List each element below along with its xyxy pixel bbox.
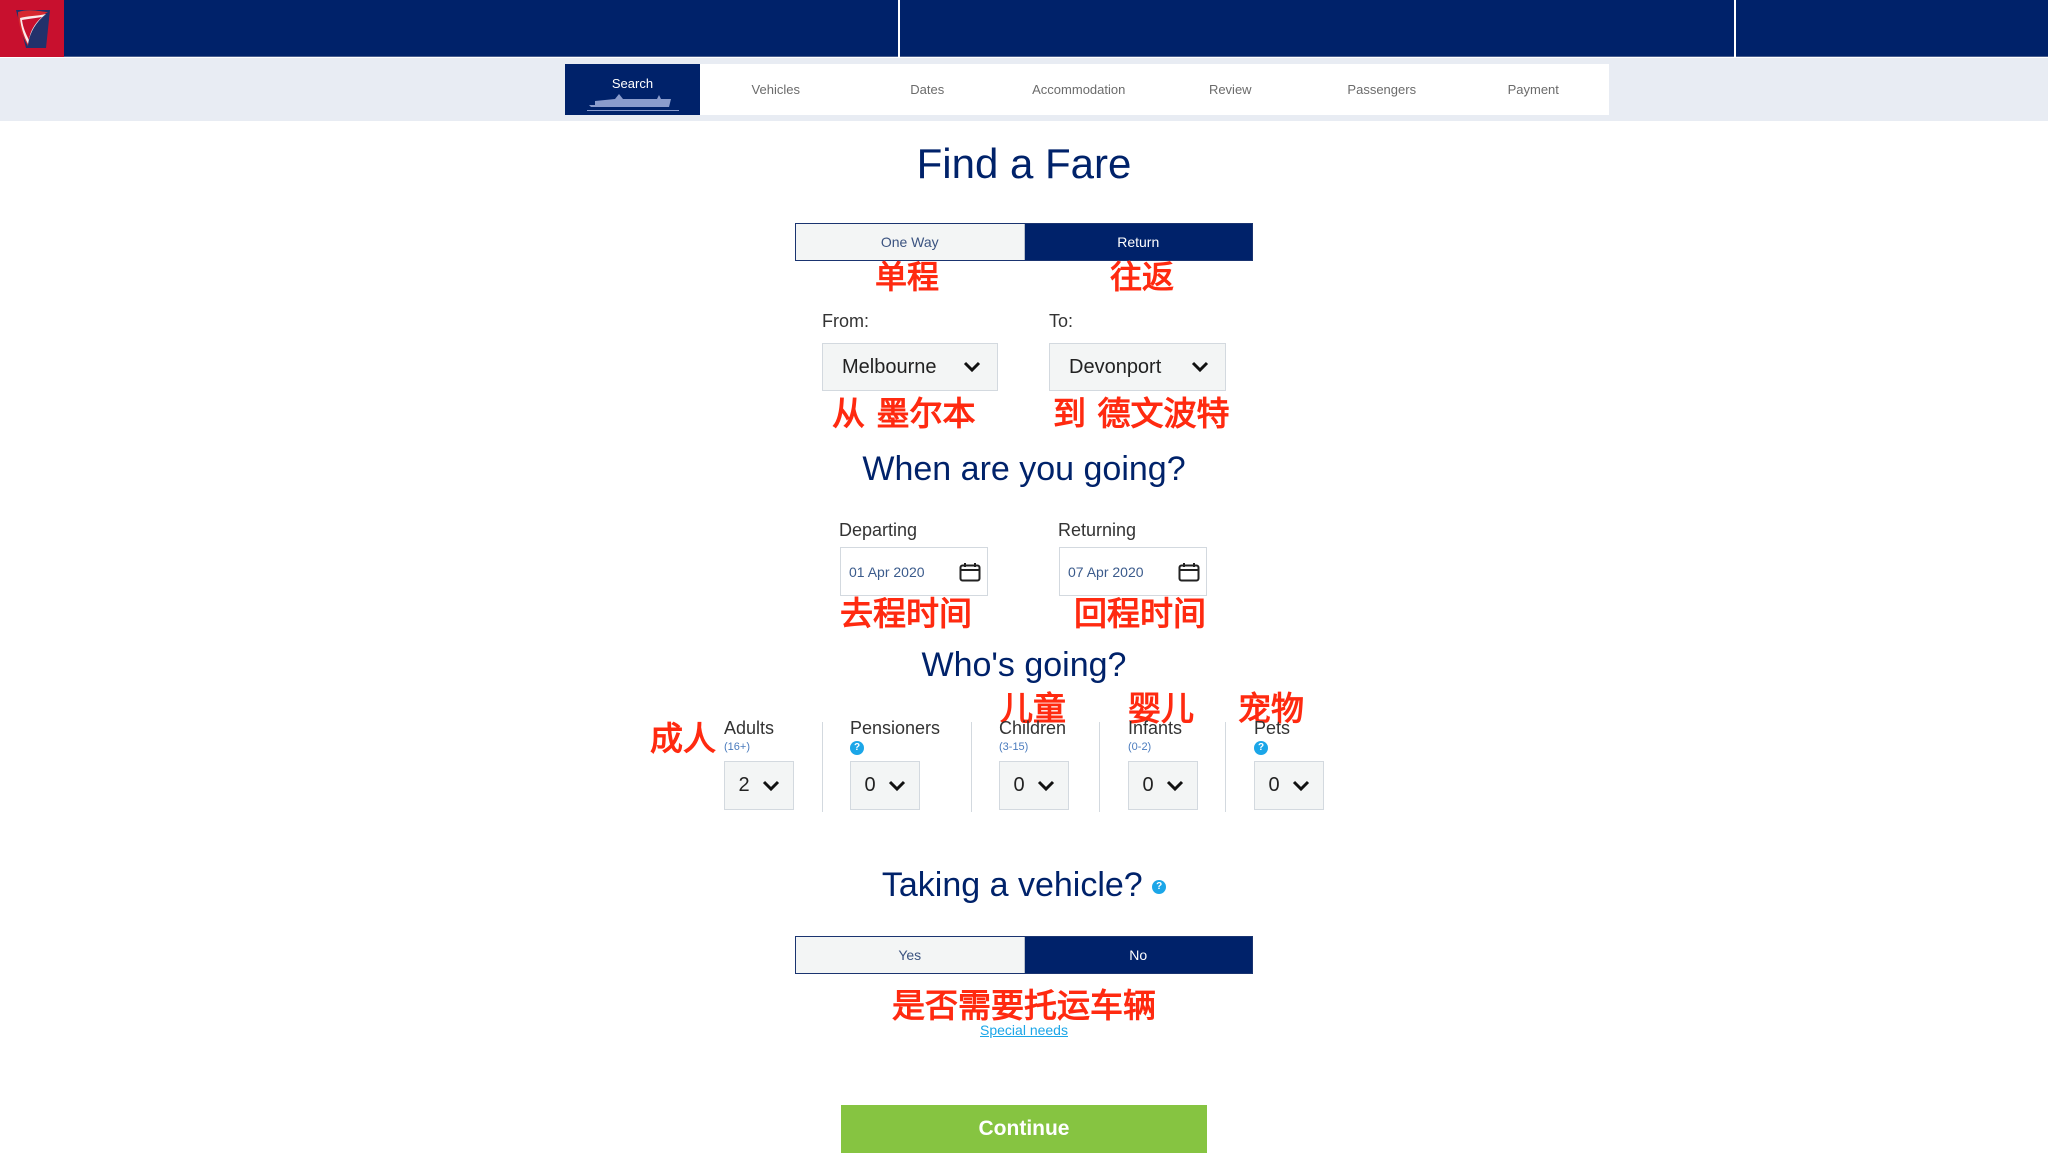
returning-label: Returning bbox=[1058, 520, 1137, 540]
pensioners-count: 0 bbox=[864, 774, 876, 796]
column-divider bbox=[1225, 722, 1226, 812]
infants-select[interactable]: 0 bbox=[1128, 761, 1198, 810]
pets-count: 0 bbox=[1268, 774, 1280, 796]
to-port-select[interactable]: Devonport bbox=[1049, 343, 1226, 391]
vehicle-toggle: Yes No bbox=[795, 936, 1253, 974]
annotation-vehicle: 是否需要托运车辆 bbox=[892, 986, 1156, 1025]
step-review[interactable]: Review bbox=[1155, 64, 1307, 115]
column-divider bbox=[1099, 722, 1100, 812]
annotation-from: 从 墨尔本 bbox=[832, 394, 976, 433]
infants-label: Infants bbox=[1128, 718, 1183, 738]
returning-date-value: 07 Apr 2020 bbox=[1068, 563, 1144, 580]
step-accommodation[interactable]: Accommodation bbox=[1003, 64, 1155, 115]
step-label: Vehicles bbox=[751, 82, 800, 97]
adults-select[interactable]: 2 bbox=[724, 761, 794, 810]
pets-group: Pets ? 0 bbox=[1254, 718, 1324, 810]
adults-label: Adults bbox=[724, 718, 775, 738]
ferry-icon bbox=[587, 94, 679, 111]
children-age-range: (3-15) bbox=[999, 741, 1029, 753]
from-port-select[interactable]: Melbourne bbox=[822, 343, 998, 391]
step-label: Passengers bbox=[1347, 82, 1417, 97]
departing-label: Departing bbox=[839, 520, 918, 540]
chevron-down-icon bbox=[1191, 361, 1209, 373]
infants-count: 0 bbox=[1142, 774, 1154, 796]
step-dates[interactable]: Dates bbox=[852, 64, 1004, 115]
from-port-value: Melbourne bbox=[842, 355, 937, 378]
header-divider bbox=[1734, 0, 1736, 57]
help-icon[interactable]: ? bbox=[1152, 880, 1167, 895]
header-divider bbox=[898, 0, 900, 57]
to-port-value: Devonport bbox=[1069, 355, 1162, 378]
calendar-icon[interactable] bbox=[959, 562, 981, 582]
chevron-down-icon bbox=[963, 361, 981, 373]
departing-date-value: 01 Apr 2020 bbox=[849, 563, 925, 580]
vehicle-yes-option[interactable]: Yes bbox=[796, 937, 1025, 973]
pets-select[interactable]: 0 bbox=[1254, 761, 1324, 810]
to-label: To: bbox=[1049, 311, 1074, 331]
continue-button[interactable]: Continue bbox=[841, 1105, 1207, 1153]
children-label: Children bbox=[999, 718, 1067, 738]
passengers-heading: Who's going? bbox=[921, 646, 1127, 684]
annotation-one-way: 单程 bbox=[875, 258, 940, 296]
annotation-return: 往返 bbox=[1110, 258, 1175, 296]
step-passengers[interactable]: Passengers bbox=[1306, 64, 1458, 115]
children-select[interactable]: 0 bbox=[999, 761, 1069, 810]
dates-heading: When are you going? bbox=[862, 450, 1186, 488]
column-divider bbox=[822, 722, 823, 812]
infants-age-range: (0-2) bbox=[1128, 741, 1152, 753]
step-vehicles[interactable]: Vehicles bbox=[700, 64, 852, 115]
pensioners-group: Pensioners ? 0 bbox=[850, 718, 940, 810]
step-label: Search bbox=[611, 76, 654, 91]
adults-age-range: (16+) bbox=[724, 741, 750, 753]
chevron-down-icon bbox=[888, 780, 905, 791]
vehicle-heading: Taking a vehicle? ? bbox=[0, 866, 2048, 905]
step-search[interactable]: Search bbox=[565, 64, 700, 115]
step-label: Accommodation bbox=[1032, 82, 1126, 97]
calendar-icon[interactable] bbox=[1178, 562, 1200, 582]
annotation-to: 到 德文波特 bbox=[1053, 394, 1230, 433]
pensioners-select[interactable]: 0 bbox=[850, 761, 920, 810]
brand-logo[interactable] bbox=[0, 0, 64, 57]
annotation-departing: 去程时间 bbox=[840, 594, 972, 633]
special-needs-link[interactable]: Special needs bbox=[980, 1022, 1068, 1038]
chevron-down-icon bbox=[762, 780, 779, 791]
annotation-adults: 成人 bbox=[650, 719, 716, 758]
step-payment[interactable]: Payment bbox=[1458, 64, 1610, 115]
children-group: Children (3-15) 0 bbox=[999, 718, 1069, 810]
trip-type-toggle: One Way Return bbox=[795, 223, 1253, 261]
ship-sail-logo-icon bbox=[16, 9, 50, 48]
chevron-down-icon bbox=[1292, 780, 1309, 791]
step-label: Dates bbox=[910, 82, 945, 97]
step-label: Payment bbox=[1507, 82, 1559, 97]
pensioners-label: Pensioners bbox=[850, 718, 941, 738]
infants-group: Infants (0-2) 0 bbox=[1128, 718, 1198, 810]
children-count: 0 bbox=[1013, 774, 1025, 796]
from-label: From: bbox=[822, 311, 869, 331]
booking-steps: Search Vehicles Dates Accommodation Revi… bbox=[565, 64, 1609, 115]
help-icon[interactable]: ? bbox=[1254, 741, 1268, 755]
page-title: Find a Fare bbox=[916, 140, 1132, 187]
chevron-down-icon bbox=[1037, 780, 1054, 791]
special-needs-row: Special needs bbox=[0, 1022, 2048, 1038]
adults-group: Adults (16+) 2 bbox=[724, 718, 794, 810]
column-divider bbox=[971, 722, 972, 812]
vehicle-no-option[interactable]: No bbox=[1024, 937, 1252, 973]
annotation-returning: 回程时间 bbox=[1074, 594, 1206, 633]
help-icon[interactable]: ? bbox=[850, 741, 864, 755]
chevron-down-icon bbox=[1166, 780, 1183, 791]
adults-count: 2 bbox=[738, 774, 750, 796]
step-label: Review bbox=[1208, 82, 1252, 97]
vehicle-heading-text: Taking a vehicle? bbox=[881, 866, 1143, 904]
top-header bbox=[0, 0, 2048, 57]
pets-label: Pets bbox=[1254, 718, 1291, 738]
